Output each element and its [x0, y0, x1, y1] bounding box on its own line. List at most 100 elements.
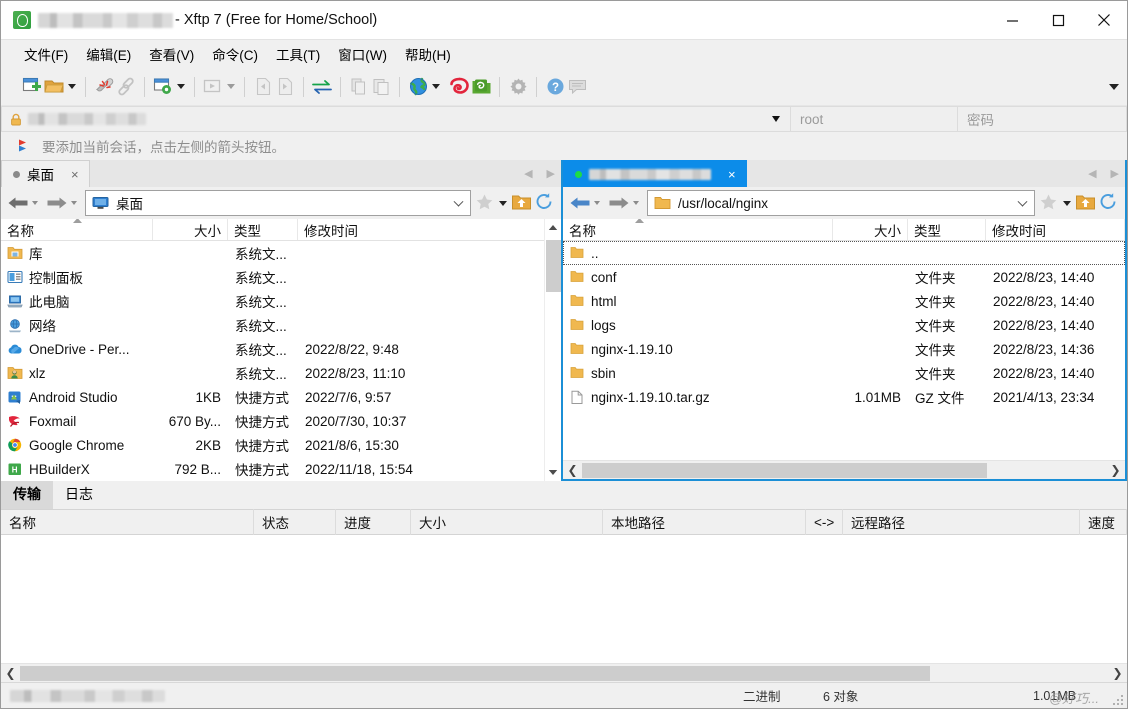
table-row[interactable]: nginx-1.19.10 文件夹 2022/8/23, 14:36 — [563, 337, 1125, 361]
table-row[interactable]: 网络 系统文... — [1, 313, 561, 337]
menu-command[interactable]: 命令(C) — [203, 40, 267, 68]
local-file-list[interactable]: 名称 大小 类型 修改时间 库系统文... 控制面板 系统文... 此电脑 系统文...… — [1, 219, 561, 481]
table-row[interactable]: logs 文件夹 2022/8/23, 14:40 — [563, 313, 1125, 337]
local-path-dropdown-icon[interactable] — [453, 196, 464, 207]
transfer-scroll-track[interactable] — [20, 664, 1108, 682]
local-scroll-track[interactable] — [545, 236, 562, 464]
transfer-col-name[interactable]: 名称 — [1, 509, 254, 535]
menu-file[interactable]: 文件(F) — [15, 40, 77, 68]
table-row[interactable]: OneDrive - Per... 系统文... 2022/8/22, 9:48 — [1, 337, 561, 361]
local-back-group[interactable] — [5, 195, 44, 211]
close-button[interactable] — [1081, 1, 1127, 39]
local-scroll-thumb[interactable] — [545, 240, 561, 292]
tabstrip-prev-icon[interactable]: ◀ — [1088, 167, 1096, 180]
remote-tab-session[interactable]: × — [563, 160, 747, 187]
table-row[interactable]: Foxmail 670 By... 快捷方式 2020/7/30, 10:37 — [1, 409, 561, 433]
remote-scroll-track[interactable] — [582, 461, 1106, 479]
refresh-icon[interactable] — [534, 192, 554, 214]
table-row[interactable]: 控制面板 系统文... — [1, 265, 561, 289]
tab-transfer[interactable]: 传输 — [1, 480, 53, 509]
remote-back-group[interactable] — [567, 195, 606, 211]
remote-col-name[interactable]: 名称 — [563, 219, 833, 240]
help-button[interactable]: ? — [544, 73, 566, 101]
open-session-button[interactable] — [43, 73, 78, 101]
table-row[interactable]: sbin 文件夹 2022/8/23, 14:40 — [563, 361, 1125, 385]
table-row[interactable]: 此电脑 系统文... — [1, 289, 561, 313]
tab-log[interactable]: 日志 — [53, 480, 105, 509]
local-vscrollbar[interactable] — [544, 219, 561, 481]
menu-view[interactable]: 查看(V) — [140, 40, 203, 68]
local-scroll-up-icon[interactable] — [545, 219, 562, 236]
globe-dropdown-icon[interactable] — [432, 84, 440, 89]
globe-button[interactable] — [407, 73, 442, 101]
back-arrow-icon[interactable] — [7, 195, 29, 211]
table-row[interactable]: H HBuilderX 792 B... 快捷方式 2022/11/18, 15:54 — [1, 457, 561, 481]
remote-scroll-thumb[interactable] — [582, 462, 987, 478]
local-path-input[interactable]: 桌面 — [85, 190, 471, 216]
forward-arrow-icon[interactable] — [46, 195, 68, 211]
minimize-button[interactable] — [989, 1, 1035, 39]
bookmark-dropdown-icon[interactable] — [1063, 200, 1071, 206]
menu-edit[interactable]: 编辑(E) — [77, 40, 140, 68]
tabstrip-next-icon[interactable]: ▶ — [547, 167, 555, 180]
table-row[interactable]: nginx-1.19.10.tar.gz 1.01MB GZ 文件 2021/4/13… — [563, 385, 1125, 409]
forward-history-dropdown-icon[interactable] — [633, 201, 639, 205]
transfer-scroll-thumb[interactable] — [20, 665, 930, 681]
parent-folder-up-icon[interactable] — [1075, 193, 1096, 214]
table-row[interactable]: conf 文件夹 2022/8/23, 14:40 — [563, 265, 1125, 289]
local-tab-desktop[interactable]: 桌面 × — [1, 160, 90, 187]
transfer-col-status[interactable]: 状态 — [254, 509, 336, 535]
local-col-size[interactable]: 大小 — [153, 219, 228, 240]
bookmark-dropdown-icon[interactable] — [499, 200, 507, 206]
transfer-col-local-path[interactable]: 本地路径 — [603, 509, 806, 535]
refresh-icon[interactable] — [1098, 192, 1118, 214]
table-row[interactable]: 库 系统文... — [1, 241, 561, 265]
local-forward-group[interactable] — [44, 195, 83, 211]
remote-col-size[interactable]: 大小 — [833, 219, 908, 240]
remote-scroll-left-icon[interactable]: ❮ — [563, 463, 582, 477]
tabstrip-next-icon[interactable]: ▶ — [1111, 167, 1119, 180]
table-row[interactable]: xlz 系统文... 2022/8/23, 11:10 — [1, 361, 561, 385]
local-scroll-down-icon[interactable] — [545, 464, 562, 481]
local-tab-close-icon[interactable]: × — [71, 168, 79, 181]
username-input[interactable]: root — [791, 106, 958, 132]
menu-help[interactable]: 帮助(H) — [396, 40, 460, 68]
transfer-list-body[interactable] — [1, 535, 1127, 663]
new-session-button[interactable] — [21, 73, 43, 101]
table-row[interactable]: html 文件夹 2022/8/23, 14:40 — [563, 289, 1125, 313]
table-row[interactable]: Android Studio 1KB 快捷方式 2022/7/6, 9:57 — [1, 385, 561, 409]
sync-browse-button[interactable] — [311, 73, 333, 101]
host-dropdown-icon[interactable] — [772, 116, 780, 122]
bookmark-star-icon[interactable] — [475, 193, 494, 214]
transfer-hscrollbar[interactable]: ❮ ❯ — [1, 663, 1127, 682]
transfer-col-progress[interactable]: 进度 — [336, 509, 411, 535]
menu-window[interactable]: 窗口(W) — [329, 40, 396, 68]
transfer-col-direction[interactable]: <-> — [806, 509, 843, 535]
back-arrow-icon[interactable] — [569, 195, 591, 211]
table-row[interactable]: Google Chrome 2KB 快捷方式 2021/8/6, 15:30 — [1, 433, 561, 457]
open-session-dropdown-icon[interactable] — [68, 84, 76, 89]
local-col-type[interactable]: 类型 — [228, 219, 298, 240]
host-address-input[interactable] — [1, 106, 791, 132]
remote-tab-close-icon[interactable]: × — [728, 168, 736, 181]
settings-button[interactable] — [507, 73, 529, 101]
forward-history-dropdown-icon[interactable] — [71, 201, 77, 205]
maximize-button[interactable] — [1035, 1, 1081, 39]
remote-scroll-right-icon[interactable]: ❯ — [1106, 463, 1125, 477]
bookmark-star-icon[interactable] — [1039, 193, 1058, 214]
transfer-scroll-right-icon[interactable]: ❯ — [1108, 666, 1127, 680]
feedback-button[interactable] — [566, 73, 588, 101]
local-col-modified[interactable]: 修改时间 — [298, 219, 561, 240]
tabstrip-prev-icon[interactable]: ◀ — [524, 167, 532, 180]
table-row[interactable]: .. — [563, 241, 1125, 265]
password-input[interactable]: 密码 — [958, 106, 1127, 132]
back-history-dropdown-icon[interactable] — [594, 201, 600, 205]
transfer-scroll-left-icon[interactable]: ❮ — [1, 666, 20, 680]
remote-path-dropdown-icon[interactable] — [1017, 196, 1028, 207]
toolbar-overflow-icon[interactable] — [1109, 83, 1119, 90]
menu-tools[interactable]: 工具(T) — [267, 40, 329, 68]
parent-folder-up-icon[interactable] — [511, 193, 532, 214]
remote-col-type[interactable]: 类型 — [908, 219, 986, 240]
transfer-col-speed[interactable]: 速度 — [1080, 509, 1127, 535]
transfer-col-size[interactable]: 大小 — [411, 509, 603, 535]
